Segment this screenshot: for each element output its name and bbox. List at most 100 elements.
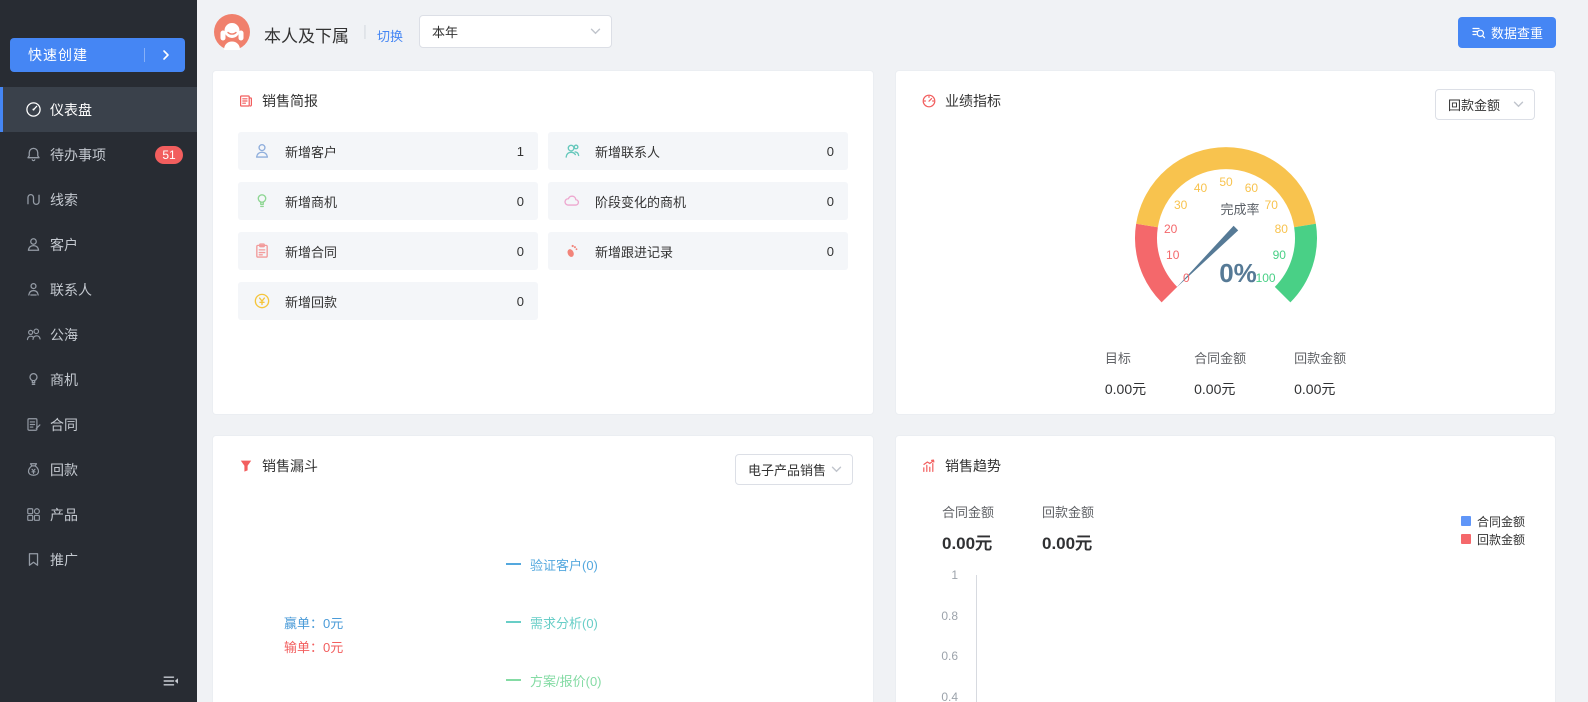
chevron-down-icon <box>590 28 601 35</box>
gauge-tick-label: 20 <box>1164 222 1177 236</box>
legend-label: 回款金额 <box>1477 531 1525 548</box>
funnel-stages: 验证客户(0)需求分析(0)方案/报价(0) <box>506 550 602 702</box>
sidebar-item-contacts[interactable]: 联系人 <box>0 267 197 312</box>
search-dedup-icon <box>1471 25 1486 40</box>
gauge-value: 0% <box>1219 258 1257 289</box>
brief-item-label: 新增客户 <box>285 142 517 161</box>
brief-item-stage-changed-opportunities[interactable]: 阶段变化的商机 0 <box>548 182 848 220</box>
sales-funnel-title: 销售漏斗 <box>262 456 318 476</box>
chevron-down-icon <box>831 466 842 473</box>
brief-item-label: 新增跟进记录 <box>595 242 827 261</box>
brief-item-new-followups[interactable]: 新增跟进记录 0 <box>548 232 848 270</box>
sidebar-item-label: 回款 <box>50 460 78 480</box>
sidebar: 快速创建 仪表盘 待办事项 51 <box>0 0 197 702</box>
kpi-metric-select-value: 回款金额 <box>1448 95 1513 114</box>
sidebar-item-label: 公海 <box>50 325 78 345</box>
legend-label: 合同金额 <box>1477 513 1525 530</box>
sidebar-nav: 仪表盘 待办事项 51 线索 客户 <box>0 87 197 582</box>
trend-stat-value: 0.00元 <box>942 529 994 554</box>
kpi-stat-value: 0.00元 <box>1294 379 1346 399</box>
clipboard-icon <box>252 242 272 260</box>
brief-item-new-receivables[interactable]: 新增回款 0 <box>238 282 538 320</box>
brief-item-label: 新增合同 <box>285 242 517 261</box>
legend-swatch-blue <box>1461 516 1471 526</box>
sidebar-item-label: 线索 <box>50 190 78 210</box>
kpi-stat-contract-amount: 合同金额 0.00元 <box>1194 348 1246 399</box>
sidebar-item-opportunities[interactable]: 商机 <box>0 357 197 402</box>
gauge-tick-label: 90 <box>1273 248 1286 262</box>
sidebar-item-products[interactable]: 产品 <box>0 492 197 537</box>
kpi-stat-value: 0.00元 <box>1105 379 1146 399</box>
sales-funnel-header: 销售漏斗 <box>238 456 318 476</box>
sidebar-item-promotion[interactable]: 推广 <box>0 537 197 582</box>
brief-item-label: 阶段变化的商机 <box>595 192 827 211</box>
legend-item-receivable[interactable]: 回款金额 <box>1461 530 1525 548</box>
sidebar-item-label: 待办事项 <box>50 145 106 165</box>
sidebar-item-leads[interactable]: 线索 <box>0 177 197 222</box>
brief-item-label: 新增联系人 <box>595 142 827 161</box>
period-select[interactable]: 本年 <box>419 15 612 48</box>
avatar[interactable] <box>214 14 250 50</box>
completion-gauge: 0102030405060708090100 完成率 0% <box>1061 118 1391 328</box>
funnel-icon <box>238 458 254 474</box>
product-grid-icon <box>25 506 42 523</box>
kpi-metric-select[interactable]: 回款金额 <box>1435 89 1535 120</box>
sales-brief-title: 销售简报 <box>262 91 318 111</box>
sidebar-item-contracts[interactable]: 合同 <box>0 402 197 447</box>
funnel-process-select[interactable]: 电子产品销售 <box>735 454 853 485</box>
quick-create-button[interactable]: 快速创建 <box>10 38 185 72</box>
quick-create-divider <box>144 48 145 62</box>
bulb-icon <box>25 371 42 388</box>
funnel-stage-dash <box>506 621 521 623</box>
sidebar-item-todos[interactable]: 待办事项 51 <box>0 132 197 177</box>
kpi-stat-label: 目标 <box>1105 348 1146 367</box>
money-bag-icon <box>25 461 42 478</box>
y-tick-label: 0.8 <box>941 609 958 623</box>
brief-item-new-opportunities[interactable]: 新增商机 0 <box>238 182 538 220</box>
sales-brief-card: 销售简报 新增客户 1 新增联系人 0 <box>212 70 874 415</box>
sidebar-item-receivables[interactable]: 回款 <box>0 447 197 492</box>
sidebar-item-label: 合同 <box>50 415 78 435</box>
funnel-win-lose: 赢单：0元 输单：0元 <box>284 613 343 654</box>
yuan-coin-icon <box>252 292 272 310</box>
sidebar-item-label: 推广 <box>50 550 78 570</box>
gauge-icon <box>921 93 937 109</box>
funnel-win-label: 赢单：0元 <box>284 613 343 630</box>
bell-icon <box>25 146 42 163</box>
pool-icon <box>25 326 42 343</box>
brief-item-value: 0 <box>517 194 524 209</box>
funnel-process-select-value: 电子产品销售 <box>748 460 831 479</box>
chevron-down-icon <box>1513 101 1524 108</box>
todo-count-badge: 51 <box>155 146 183 164</box>
app-root: 快速创建 仪表盘 待办事项 51 <box>0 0 1588 702</box>
sidebar-item-label: 联系人 <box>50 280 92 300</box>
cloud-icon <box>562 192 582 210</box>
leads-icon <box>25 191 42 208</box>
brief-item-new-contracts[interactable]: 新增合同 0 <box>238 232 538 270</box>
chevron-right-icon[interactable] <box>159 48 173 62</box>
brief-item-value: 0 <box>827 244 834 259</box>
footprint-icon <box>562 242 582 260</box>
scope-title: 本人及下属 <box>264 22 349 47</box>
sidebar-item-pool[interactable]: 公海 <box>0 312 197 357</box>
legend-item-contract[interactable]: 合同金额 <box>1461 512 1525 530</box>
data-dedup-button[interactable]: 数据查重 <box>1458 17 1556 48</box>
contact-icon <box>562 142 582 160</box>
sidebar-item-customers[interactable]: 客户 <box>0 222 197 267</box>
brief-item-new-customers[interactable]: 新增客户 1 <box>238 132 538 170</box>
trend-y-axis-line <box>976 575 977 702</box>
kpi-stat-receivable-amount: 回款金额 0.00元 <box>1294 348 1346 399</box>
brief-item-value: 0 <box>517 244 524 259</box>
dashboard-icon <box>25 101 42 118</box>
kpi-stat-value: 0.00元 <box>1194 379 1246 399</box>
sales-funnel-card: 销售漏斗 电子产品销售 赢单：0元 输单：0元 验证客户(0)需求分析(0)方案… <box>212 435 874 702</box>
period-select-value: 本年 <box>432 22 590 41</box>
gauge-tick-label: 50 <box>1219 175 1232 189</box>
switch-scope-link[interactable]: 切换 <box>377 26 403 45</box>
sidebar-item-dashboard[interactable]: 仪表盘 <box>0 87 197 132</box>
gauge-tick-label: 100 <box>1256 271 1276 285</box>
sidebar-collapse-button[interactable] <box>161 672 181 690</box>
brief-item-new-contacts[interactable]: 新增联系人 0 <box>548 132 848 170</box>
sales-brief-grid: 新增客户 1 新增联系人 0 新增商机 0 <box>238 132 848 320</box>
gauge-tick-label: 40 <box>1194 181 1207 195</box>
